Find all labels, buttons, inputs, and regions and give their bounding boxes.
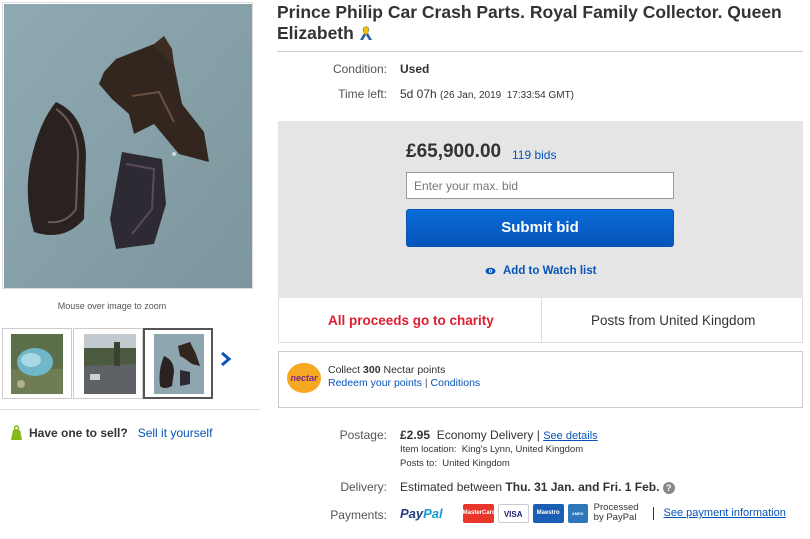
thumb-car-parts — [154, 334, 204, 394]
eye-icon — [485, 267, 496, 275]
title-divider — [277, 51, 803, 52]
nectar-points: 300 — [363, 364, 381, 376]
main-product-image[interactable] — [2, 2, 253, 289]
item-location: Item location: King's Lynn, United Kingd… — [400, 444, 584, 455]
condition-label: Condition: — [332, 62, 387, 76]
see-payment-information-link[interactable]: See payment information — [664, 507, 786, 519]
submit-bid-button[interactable]: Submit bid — [406, 209, 674, 247]
help-icon[interactable]: ? — [662, 482, 675, 494]
payments-label: Payments: — [330, 508, 387, 522]
nectar-links: Redeem your points | Conditions — [328, 377, 480, 389]
listing-title: Prince Philip Car Crash Parts. Royal Fam… — [277, 2, 802, 44]
time-left-value: 5d 07h — [400, 87, 437, 101]
sell-it-row: Have one to sell? Sell it yourself — [10, 425, 212, 441]
delivery-label: Delivery: — [340, 480, 387, 494]
nectar-collect-text: Collect 300 Nectar points — [328, 364, 445, 376]
paypal-logo-pay: Pay — [400, 505, 424, 521]
visa-icon: VISA — [497, 503, 529, 523]
delivery-range: Thu. 31 Jan. and Fri. 1 Feb. — [505, 480, 660, 494]
charity-ribbon-icon — [359, 26, 372, 40]
postage-row: £2.95 Economy Delivery | See details — [400, 428, 598, 442]
bid-count-link[interactable]: 119 bids — [512, 148, 556, 162]
mastercard-icon: MasterCard — [462, 503, 496, 523]
redeem-points-link[interactable]: Redeem your points — [328, 377, 422, 389]
paypal-logo-pal: Pal — [423, 505, 443, 521]
watch-list-label: Add to Watch list — [503, 265, 597, 277]
nectar-collect-prefix: Collect — [328, 364, 361, 376]
postage-price: £2.95 — [400, 428, 431, 442]
thumb-car-wreck-grass — [11, 334, 63, 394]
zoom-hint: Mouse over image to zoom — [57, 301, 167, 311]
left-divider — [0, 409, 260, 410]
amex-text: AMEX — [571, 510, 584, 516]
delivery-prefix: Estimated between — [400, 480, 503, 494]
car-parts-photo — [4, 4, 252, 288]
time-left-row: 5d 07h (26 Jan, 2019 17:33:54 GMT) — [400, 87, 574, 101]
processed-by-paypal: Processed by PayPal — [594, 503, 639, 523]
postage-label: Postage: — [339, 428, 387, 442]
price-tag-icon — [11, 425, 22, 440]
processed-line-2: by PayPal — [593, 512, 637, 523]
nectar-logo-icon: nectar — [287, 363, 321, 393]
nectar-collect-suffix: Nectar points — [383, 364, 446, 376]
sell-it-yourself-link[interactable]: Sell it yourself — [138, 426, 213, 440]
listing-title-text: Prince Philip Car Crash Parts. Royal Fam… — [277, 2, 782, 43]
sell-question: Have one to sell? — [29, 426, 128, 440]
posts-from: Posts from United Kingdom — [591, 313, 756, 328]
add-to-watch-list-button[interactable]: Add to Watch list — [485, 265, 596, 277]
current-price: £65,900.00 — [406, 141, 502, 162]
charity-notice: All proceeds go to charity — [328, 313, 494, 328]
time-left-label: Time left: — [338, 87, 387, 101]
postage-method: Economy Delivery — [436, 428, 534, 442]
time-left-detail: (26 Jan, 2019 17:33:54 GMT) — [440, 90, 575, 101]
postage-separator: | — [536, 428, 540, 442]
thumbnail-2[interactable] — [73, 328, 143, 399]
max-bid-input[interactable] — [406, 172, 674, 199]
chevron-right-icon[interactable] — [219, 350, 233, 368]
delivery-row: Estimated between Thu. 31 Jan. and Fri. … — [400, 480, 675, 494]
posts-to: Posts to: United Kingdom — [400, 458, 510, 469]
thumb-road-scene — [84, 334, 136, 394]
paypal-logo: PayPal — [400, 506, 443, 521]
conditions-link[interactable]: Conditions — [431, 377, 481, 389]
amex-icon: AMEX — [567, 503, 588, 523]
see-details-link[interactable]: See details — [543, 430, 597, 442]
thumbnail-1[interactable] — [2, 328, 72, 399]
thumbnail-3-selected[interactable] — [143, 328, 213, 399]
condition-value: Used — [400, 62, 430, 76]
payment-methods: PayPal MasterCard VISA Maestro AMEX Proc… — [400, 503, 786, 523]
maestro-icon: Maestro — [532, 503, 564, 523]
nectar-separator: | — [424, 377, 428, 389]
payments-separator — [652, 506, 654, 520]
